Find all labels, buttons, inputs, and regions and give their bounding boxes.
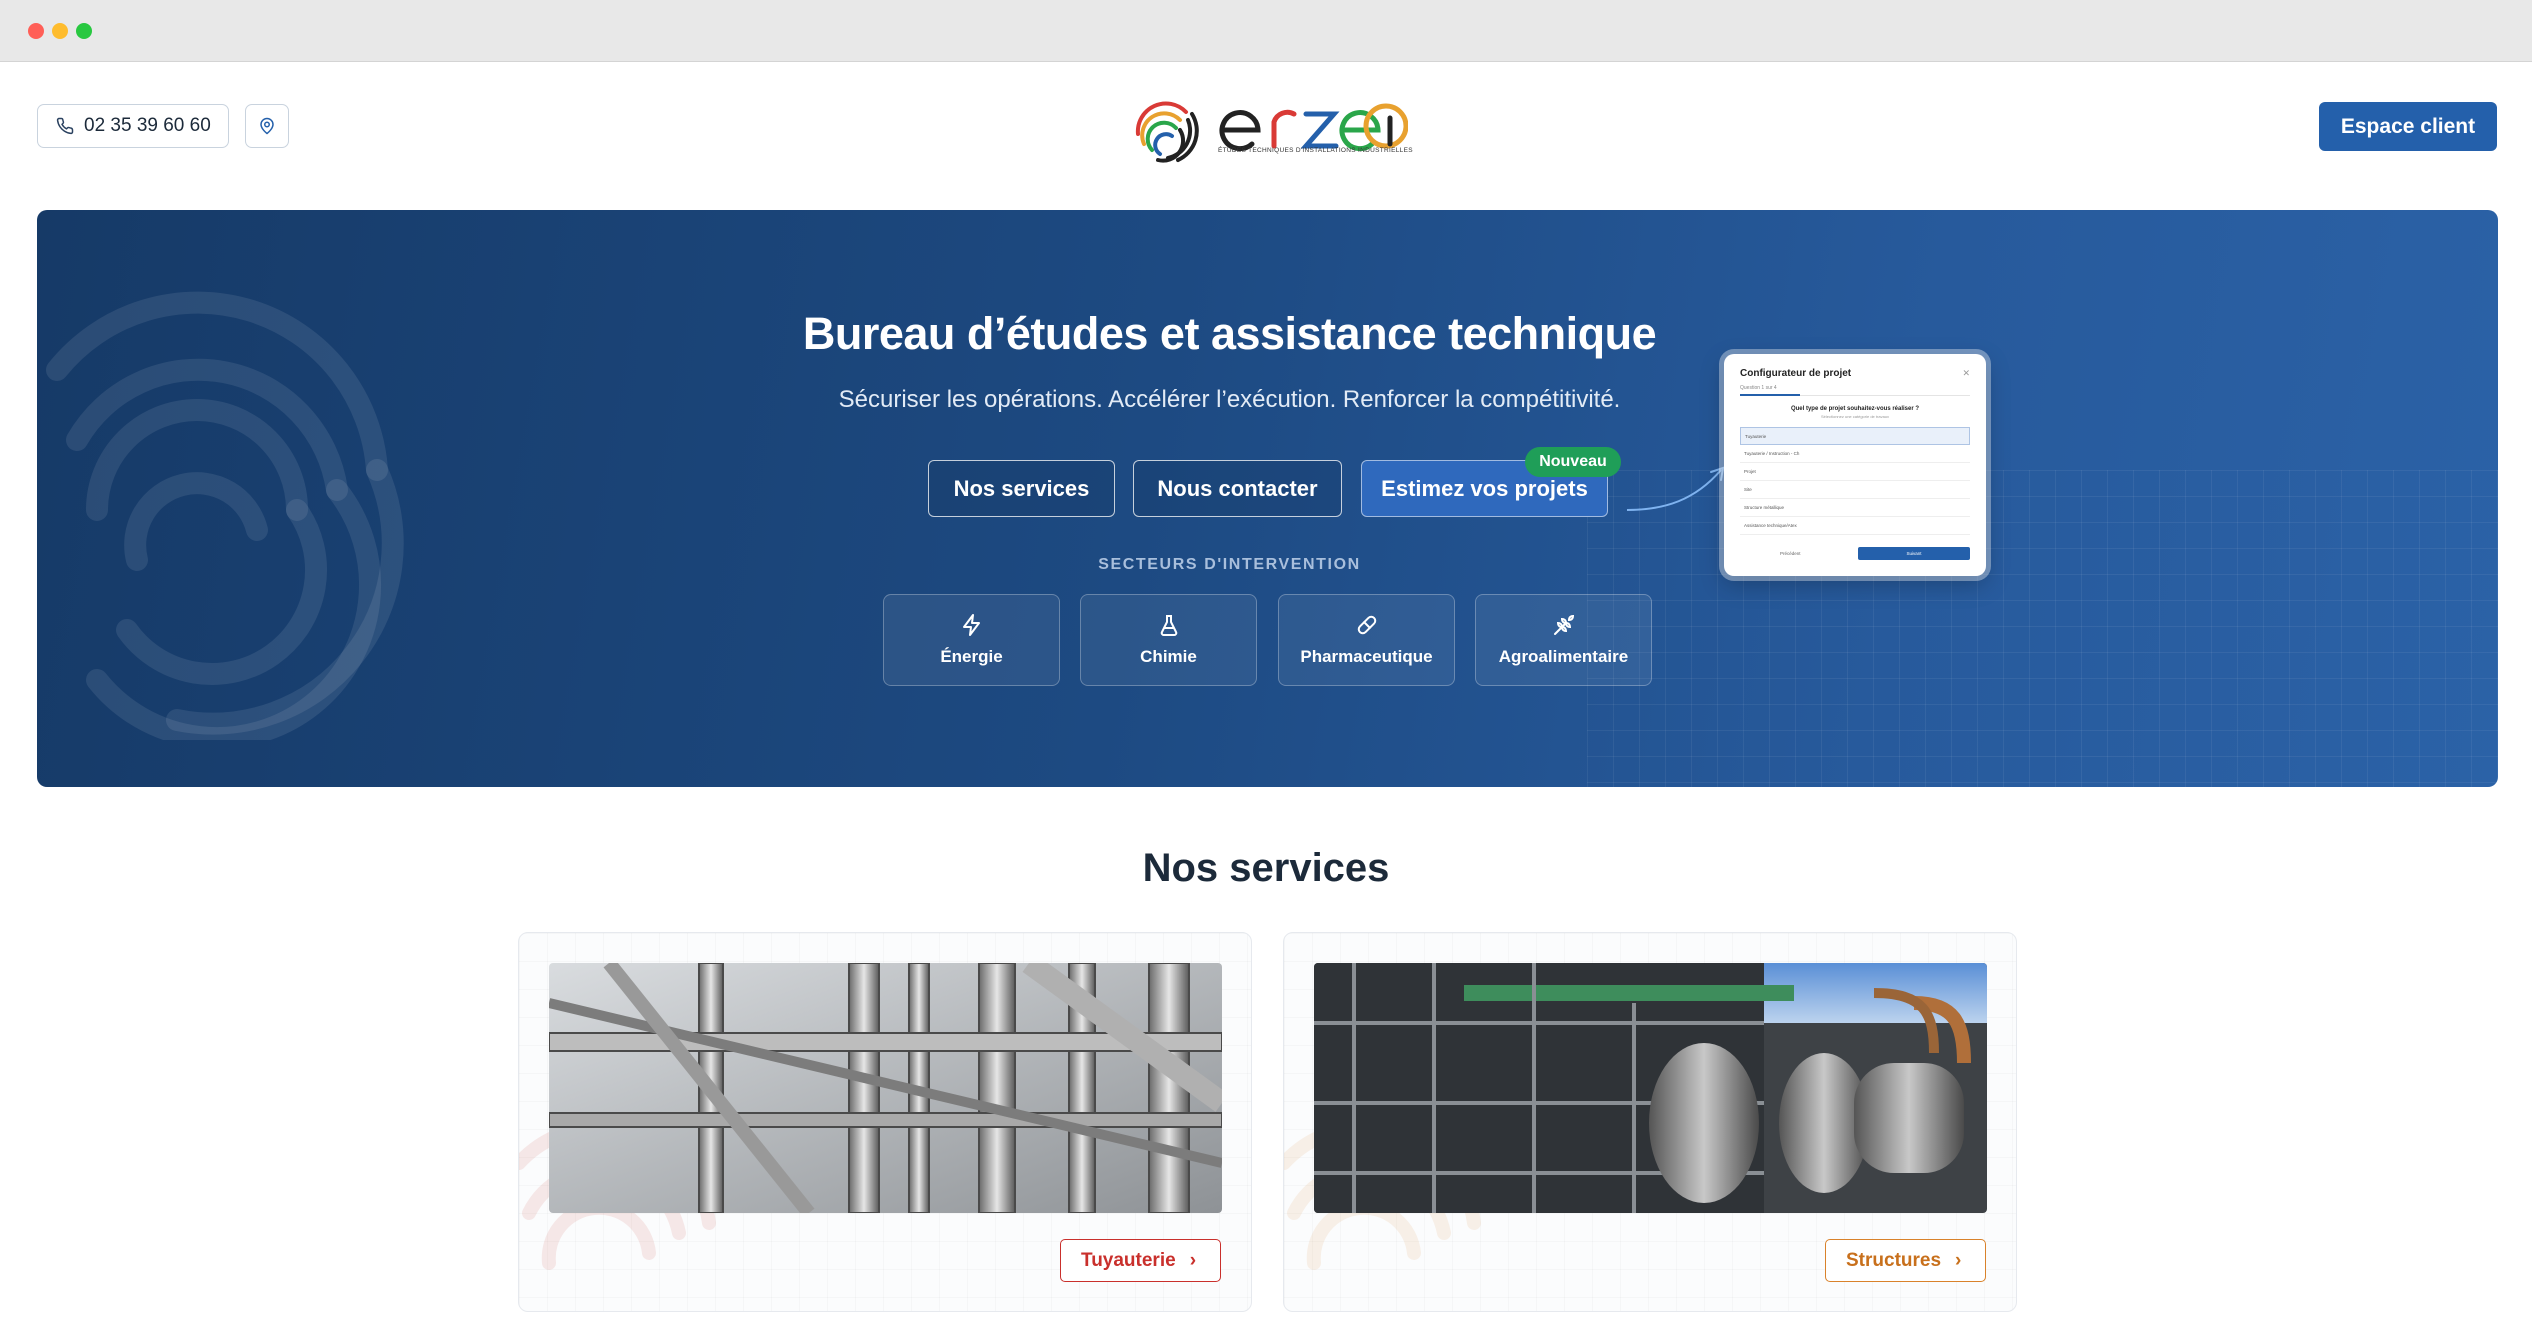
project-configurator-preview[interactable]: Configurateur de projet ✕ Question 1 sur… <box>1724 354 1986 576</box>
sector-label: Agroalimentaire <box>1498 647 1629 666</box>
configurator-hint: Sélectionnez une catégorie de travaux <box>1820 414 1890 419</box>
sector-agrifood[interactable]: Agroalimentaire <box>1475 594 1652 686</box>
configurator-option[interactable]: Tuyauterie <box>1740 427 1970 445</box>
phone-number: 02 35 39 60 60 <box>84 115 211 136</box>
location-button[interactable] <box>245 104 289 148</box>
configurator-option[interactable]: Structure métallique <box>1740 499 1970 517</box>
configurator-step: Question 1 sur 4 <box>1740 385 1777 391</box>
services-heading: Nos services <box>1142 846 1390 890</box>
sector-pharmaceutical[interactable]: Pharmaceutique <box>1278 594 1455 686</box>
configurator-option[interactable]: Site <box>1740 481 1970 499</box>
sector-label: Pharmaceutique <box>1300 647 1433 666</box>
hero-subtitle: Sécuriser les opérations. Accélérer l’ex… <box>838 386 1621 413</box>
browser-titlebar <box>0 0 2532 62</box>
hero-banner: Bureau d’études et assistance technique … <box>37 210 2498 787</box>
close-icon: ✕ <box>1962 368 1970 378</box>
configurator-option[interactable]: Assistance technique/Atex <box>1740 517 1970 535</box>
lightning-icon <box>962 614 980 636</box>
close-window-button[interactable] <box>28 23 44 39</box>
sectors-heading: SECTEURS D'INTERVENTION <box>1098 556 1361 573</box>
configurator-option[interactable]: Projet <box>1740 463 1970 481</box>
configurator-options: Tuyauterie Tuyauterie / Instruction - Ch… <box>1740 427 1970 535</box>
sector-label: Chimie <box>1140 647 1197 666</box>
contact-us-button[interactable]: Nous contacter <box>1133 460 1342 517</box>
logo-tagline: ÉTUDES TECHNIQUES D'INSTALLATIONS INDUST… <box>1218 147 1413 154</box>
map-pin-icon <box>260 117 274 135</box>
sector-energy[interactable]: Énergie <box>883 594 1060 686</box>
piping-button[interactable]: Tuyauterie › <box>1060 1239 1221 1282</box>
configurator-question: Quel type de projet souhaitez-vous réali… <box>1790 406 1920 412</box>
chevron-right-icon: › <box>1189 1249 1197 1271</box>
chevron-right-icon: › <box>1955 1249 1962 1271</box>
structures-button[interactable]: Structures › <box>1825 1239 1986 1282</box>
client-area-button[interactable]: Espace client <box>2319 102 2497 151</box>
our-services-button[interactable]: Nos services <box>928 460 1115 517</box>
pill-icon <box>1357 615 1376 635</box>
company-logo[interactable] <box>1128 84 1409 180</box>
piping-photo <box>549 963 1222 1213</box>
phone-icon <box>56 117 74 135</box>
configurator-title: Configurateur de projet <box>1740 368 1852 379</box>
maximize-window-button[interactable] <box>76 23 92 39</box>
sector-chemistry[interactable]: Chimie <box>1080 594 1257 686</box>
configurator-progress <box>1740 394 1970 396</box>
service-card-structures[interactable]: Structures › <box>1283 932 2017 1312</box>
structures-button-label: Structures <box>1846 1249 1942 1271</box>
service-card-piping[interactable]: Tuyauterie › <box>518 932 1252 1312</box>
new-badge: Nouveau <box>1525 447 1621 477</box>
site-header: 02 35 39 60 60 ÉTUDES TECHNIQUES D'INSTA… <box>0 62 2532 210</box>
phone-button[interactable]: 02 35 39 60 60 <box>37 104 229 148</box>
piping-button-label: Tuyauterie <box>1081 1249 1176 1271</box>
hero-title: Bureau d’études et assistance technique <box>802 308 1657 359</box>
sector-label: Énergie <box>940 647 1003 666</box>
minimize-window-button[interactable] <box>52 23 68 39</box>
configurator-option[interactable]: Tuyauterie / Instruction - Ch <box>1740 445 1970 463</box>
flask-icon <box>1160 615 1177 636</box>
wheat-icon <box>1553 614 1574 635</box>
structures-photo <box>1314 963 1987 1213</box>
